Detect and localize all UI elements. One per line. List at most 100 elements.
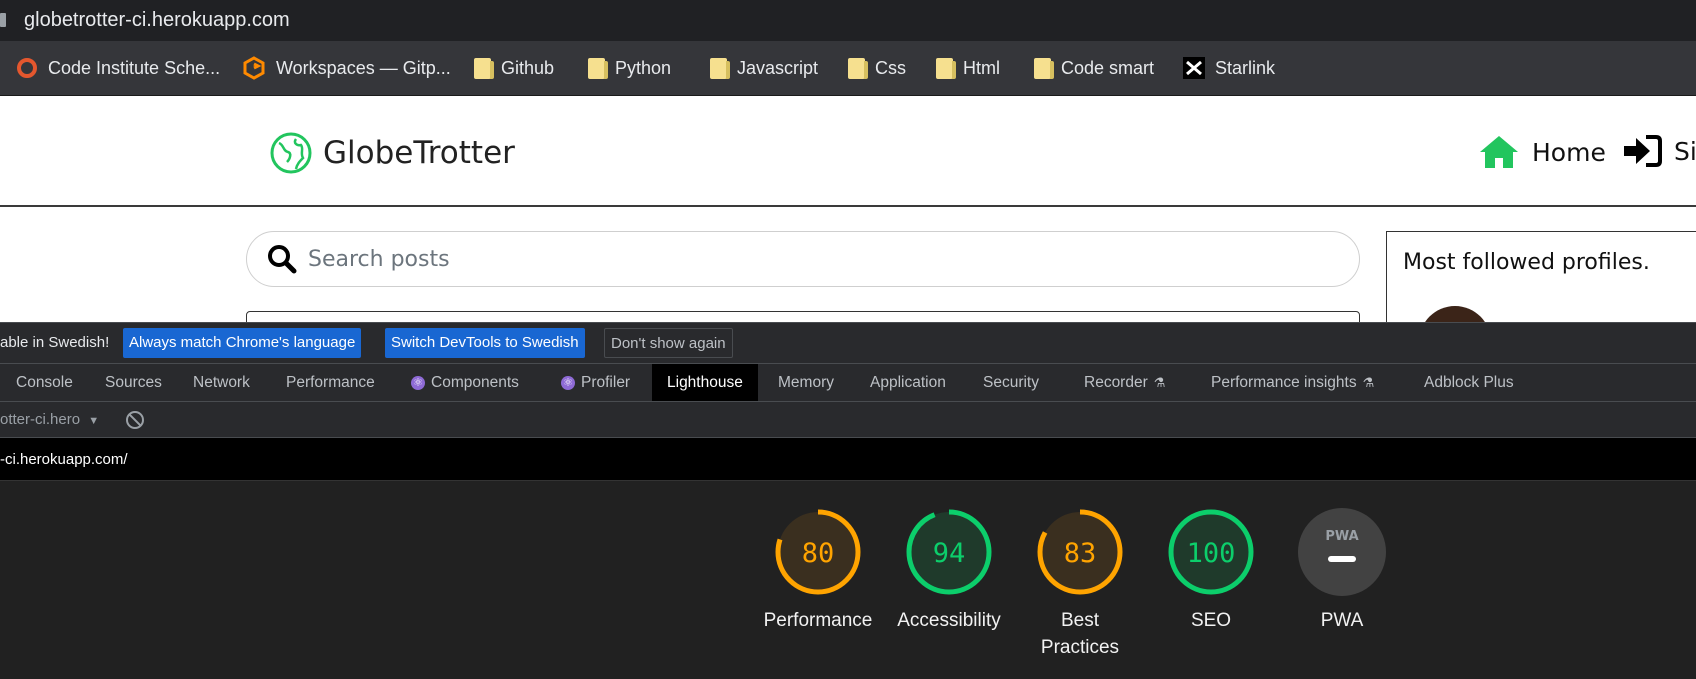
dont-show-again-button[interactable]: Don't show again <box>604 328 733 358</box>
tab-memory[interactable]: Memory <box>778 364 834 401</box>
avatar[interactable] <box>1419 306 1491 322</box>
score-accessibility[interactable]: 94 Accessibility <box>879 507 1019 634</box>
infobar-message: able in Swedish! <box>0 334 110 351</box>
bookmark-css[interactable]: Css <box>848 55 906 81</box>
tab-components-label: Components <box>431 374 519 391</box>
tab-recorder[interactable]: Recorder ⚗ <box>1084 364 1165 401</box>
bookmark-label: Code smart <box>1061 57 1155 78</box>
react-icon: ⚛ <box>561 375 575 390</box>
score-value: 100 <box>1187 538 1236 569</box>
popular-profiles-card: Most followed profiles. <box>1386 231 1696 322</box>
switch-to-swedish-button[interactable]: Switch DevTools to Swedish <box>385 328 585 358</box>
starlink-icon <box>1183 57 1205 79</box>
nav-home-link[interactable]: Home <box>1478 134 1606 170</box>
code-institute-icon <box>17 58 37 78</box>
bookmark-code-institute[interactable]: Code Institute Sche... <box>16 55 220 81</box>
tab-sources[interactable]: Sources <box>105 364 162 401</box>
gitpod-icon <box>243 56 265 80</box>
tab-performance[interactable]: Performance <box>286 364 375 401</box>
tab-network[interactable]: Network <box>193 364 250 401</box>
lighthouse-report: 80 Performance 94 Accessibility 83 Best … <box>0 481 1696 679</box>
bookmark-code-smart[interactable]: Code smart <box>1034 55 1154 81</box>
bookmark-label: Github <box>501 57 555 78</box>
score-gauge: 83 <box>1037 509 1123 595</box>
bookmark-label: Starlink <box>1215 57 1276 78</box>
tab-application[interactable]: Application <box>870 364 946 401</box>
bookmark-github[interactable]: Github <box>474 55 554 81</box>
bookmark-python[interactable]: Python <box>588 55 671 81</box>
report-select-value: otter-ci.hero <box>0 411 81 428</box>
search-icon <box>268 245 297 274</box>
bookmark-label: Javascript <box>737 57 819 78</box>
brand-link[interactable]: GlobeTrotter <box>269 131 515 175</box>
score-gauge: 94 <box>906 509 992 595</box>
score-label: Performance <box>763 610 873 631</box>
score-value: 94 <box>933 538 966 569</box>
devtools-tab-strip: Console Sources Network Performance ⚛ Co… <box>0 364 1696 402</box>
bookmark-starlink[interactable]: Starlink <box>1183 55 1275 81</box>
website-viewport: GlobeTrotter Home Si Search posts Most f… <box>0 96 1696 322</box>
bookmark-label: Workspaces — Gitp... <box>276 57 451 78</box>
post-card <box>246 311 1360 322</box>
tab-security[interactable]: Security <box>983 364 1039 401</box>
score-gauge: 100 <box>1168 509 1254 595</box>
search-posts-bar[interactable]: Search posts <box>246 231 1360 287</box>
nav-signin-link[interactable]: Si <box>1622 134 1696 168</box>
report-select[interactable]: otter-ci.hero ▼ <box>0 411 99 428</box>
score-label: SEO <box>1190 610 1232 631</box>
bookmark-label: Html <box>963 57 1000 78</box>
score-label: PWA <box>1320 610 1364 631</box>
flask-icon: ⚗ <box>1362 375 1375 390</box>
score-seo[interactable]: 100 SEO <box>1141 507 1281 634</box>
bookmark-label: Python <box>615 57 672 78</box>
report-url[interactable]: -ci.herokuapp.com/ <box>0 451 128 468</box>
nav-home-label: Home <box>1532 137 1606 167</box>
bookmark-html[interactable]: Html <box>936 55 1000 81</box>
search-input[interactable]: Search posts <box>308 247 450 272</box>
tab-performance-insights[interactable]: Performance insights ⚗ <box>1211 364 1374 401</box>
folder-icon <box>588 57 608 79</box>
bookmark-label: Code Institute Sche... <box>48 57 221 78</box>
tab-lighthouse[interactable]: Lighthouse <box>652 364 758 401</box>
lock-icon <box>0 13 6 27</box>
popular-profiles-title: Most followed profiles. <box>1403 250 1650 275</box>
tab-profiler-label: Profiler <box>581 374 631 391</box>
folder-icon <box>936 57 956 79</box>
report-url-strip: -ci.herokuapp.com/ <box>0 438 1696 481</box>
bookmark-javascript[interactable]: Javascript <box>710 55 818 81</box>
tab-profiler[interactable]: ⚛ Profiler <box>561 364 630 401</box>
folder-icon <box>848 57 868 79</box>
score-label: Best Practices <box>1040 610 1120 658</box>
sign-in-icon <box>1624 135 1662 167</box>
tab-console[interactable]: Console <box>16 364 73 401</box>
bookmarks-bar: Code Institute Sche... Workspaces — Gitp… <box>0 41 1696 96</box>
always-match-language-button[interactable]: Always match Chrome's language <box>123 328 362 358</box>
svg-text:PWA: PWA <box>1325 529 1358 544</box>
score-value: 83 <box>1064 538 1097 569</box>
score-pwa[interactable]: PWA PWA <box>1272 507 1412 634</box>
address-bar[interactable]: globetrotter-ci.herokuapp.com <box>0 0 1696 41</box>
lighthouse-toolbar: otter-ci.hero ▼ <box>0 402 1696 438</box>
folder-icon <box>474 57 494 79</box>
devtools-language-infobar: able in Swedish! Always match Chrome's l… <box>0 322 1696 364</box>
pwa-badge-icon: PWA <box>1298 508 1386 596</box>
score-gauge: 80 <box>775 509 861 595</box>
clear-all-icon[interactable] <box>126 411 144 429</box>
home-icon <box>1480 136 1518 168</box>
tab-recorder-label: Recorder <box>1084 374 1148 391</box>
url-text[interactable]: globetrotter-ci.herokuapp.com <box>24 9 290 32</box>
folder-icon <box>710 57 730 79</box>
score-best-practices[interactable]: 83 Best Practices <box>1010 507 1150 661</box>
bookmark-gitpod[interactable]: Workspaces — Gitp... <box>242 55 451 81</box>
folder-icon <box>1034 57 1054 79</box>
site-navbar: GlobeTrotter Home Si <box>0 96 1696 207</box>
nav-signin-label: Si <box>1674 136 1696 166</box>
score-performance[interactable]: 80 Performance <box>748 507 888 634</box>
react-icon: ⚛ <box>411 375 425 390</box>
tab-components[interactable]: ⚛ Components <box>411 364 519 401</box>
score-value: 80 <box>802 538 835 569</box>
brand-name: GlobeTrotter <box>323 135 515 171</box>
score-label: Accessibility <box>897 610 1001 631</box>
flask-icon: ⚗ <box>1153 375 1166 390</box>
tab-adblock-plus[interactable]: Adblock Plus <box>1424 364 1514 401</box>
